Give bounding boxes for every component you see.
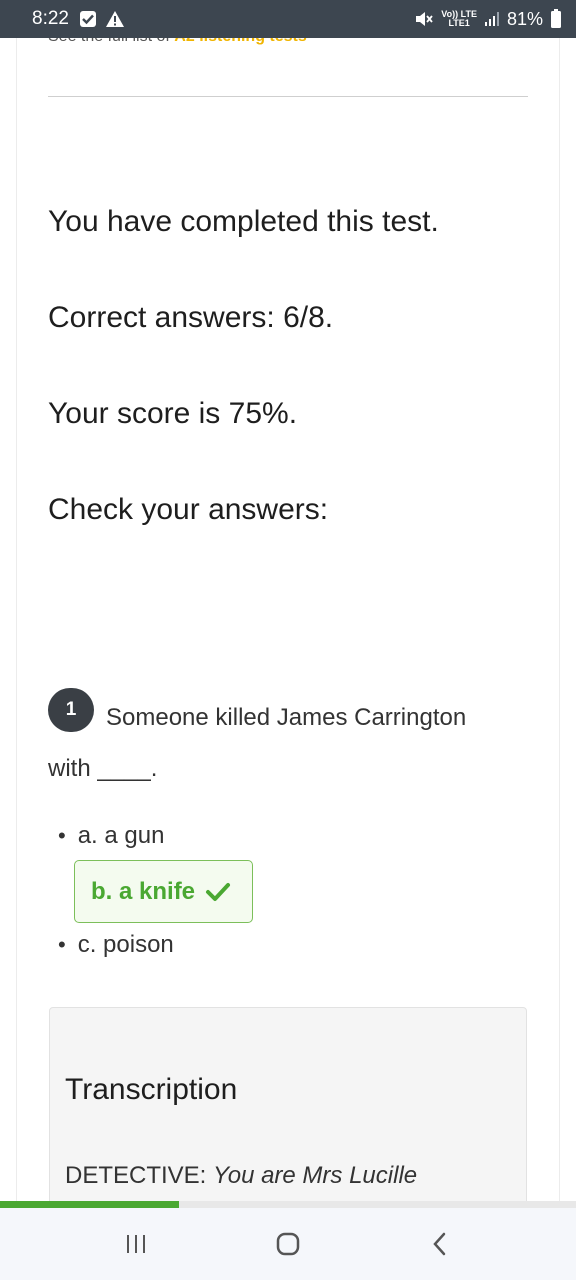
volte-lte-icon: Vo)) LTE LTE1 <box>441 10 477 28</box>
warning-icon <box>105 10 125 28</box>
question-text-continued: with ____. <box>48 755 158 782</box>
recent-apps-icon[interactable] <box>106 1214 166 1274</box>
score-text: Your score is 75%. <box>48 397 298 430</box>
battery-percent: 81% <box>506 8 543 29</box>
status-time: 8:22 <box>32 8 69 29</box>
question-number-badge: 1 <box>48 688 94 732</box>
status-bar: 8:22 Vo)) LTE LTE1 81% <box>0 0 576 38</box>
bullet-icon: • <box>58 823 66 848</box>
navigation-bar <box>0 1208 576 1280</box>
lte1-label: LTE1 <box>448 18 470 28</box>
signal-icon <box>484 11 500 27</box>
battery-icon <box>550 9 562 29</box>
checkmark-icon <box>205 882 231 902</box>
home-icon[interactable] <box>258 1214 318 1274</box>
back-icon[interactable] <box>410 1214 470 1274</box>
check-answers-heading: Check your answers: <box>48 493 329 526</box>
bullet-icon: • <box>58 932 66 957</box>
option-b-correct: b. a knife <box>74 860 253 923</box>
transcription-speech: You are Mrs Lucille <box>213 1162 418 1189</box>
transcription-line: DETECTIVE: You are Mrs Lucille <box>65 1162 417 1190</box>
option-c-label: c. poison <box>77 931 174 958</box>
completed-text: You have completed this test. <box>48 205 439 238</box>
option-b-label: b. a knife <box>91 877 196 905</box>
reading-progress-fill <box>0 1201 179 1208</box>
option-a-label: a. a gun <box>77 822 165 849</box>
option-c: • c. poison <box>58 931 174 959</box>
transcription-title: Transcription <box>65 1073 238 1106</box>
correct-answers-text: Correct answers: 6/8. <box>48 301 334 334</box>
divider <box>48 96 528 97</box>
checkbox-notification-icon <box>79 10 97 28</box>
reading-progress-bar <box>0 1201 576 1208</box>
option-a: • a. a gun <box>58 822 164 850</box>
mute-icon <box>414 10 434 28</box>
transcription-speaker: DETECTIVE: <box>65 1162 207 1189</box>
question-text: Someone killed James Carrington <box>106 704 467 731</box>
